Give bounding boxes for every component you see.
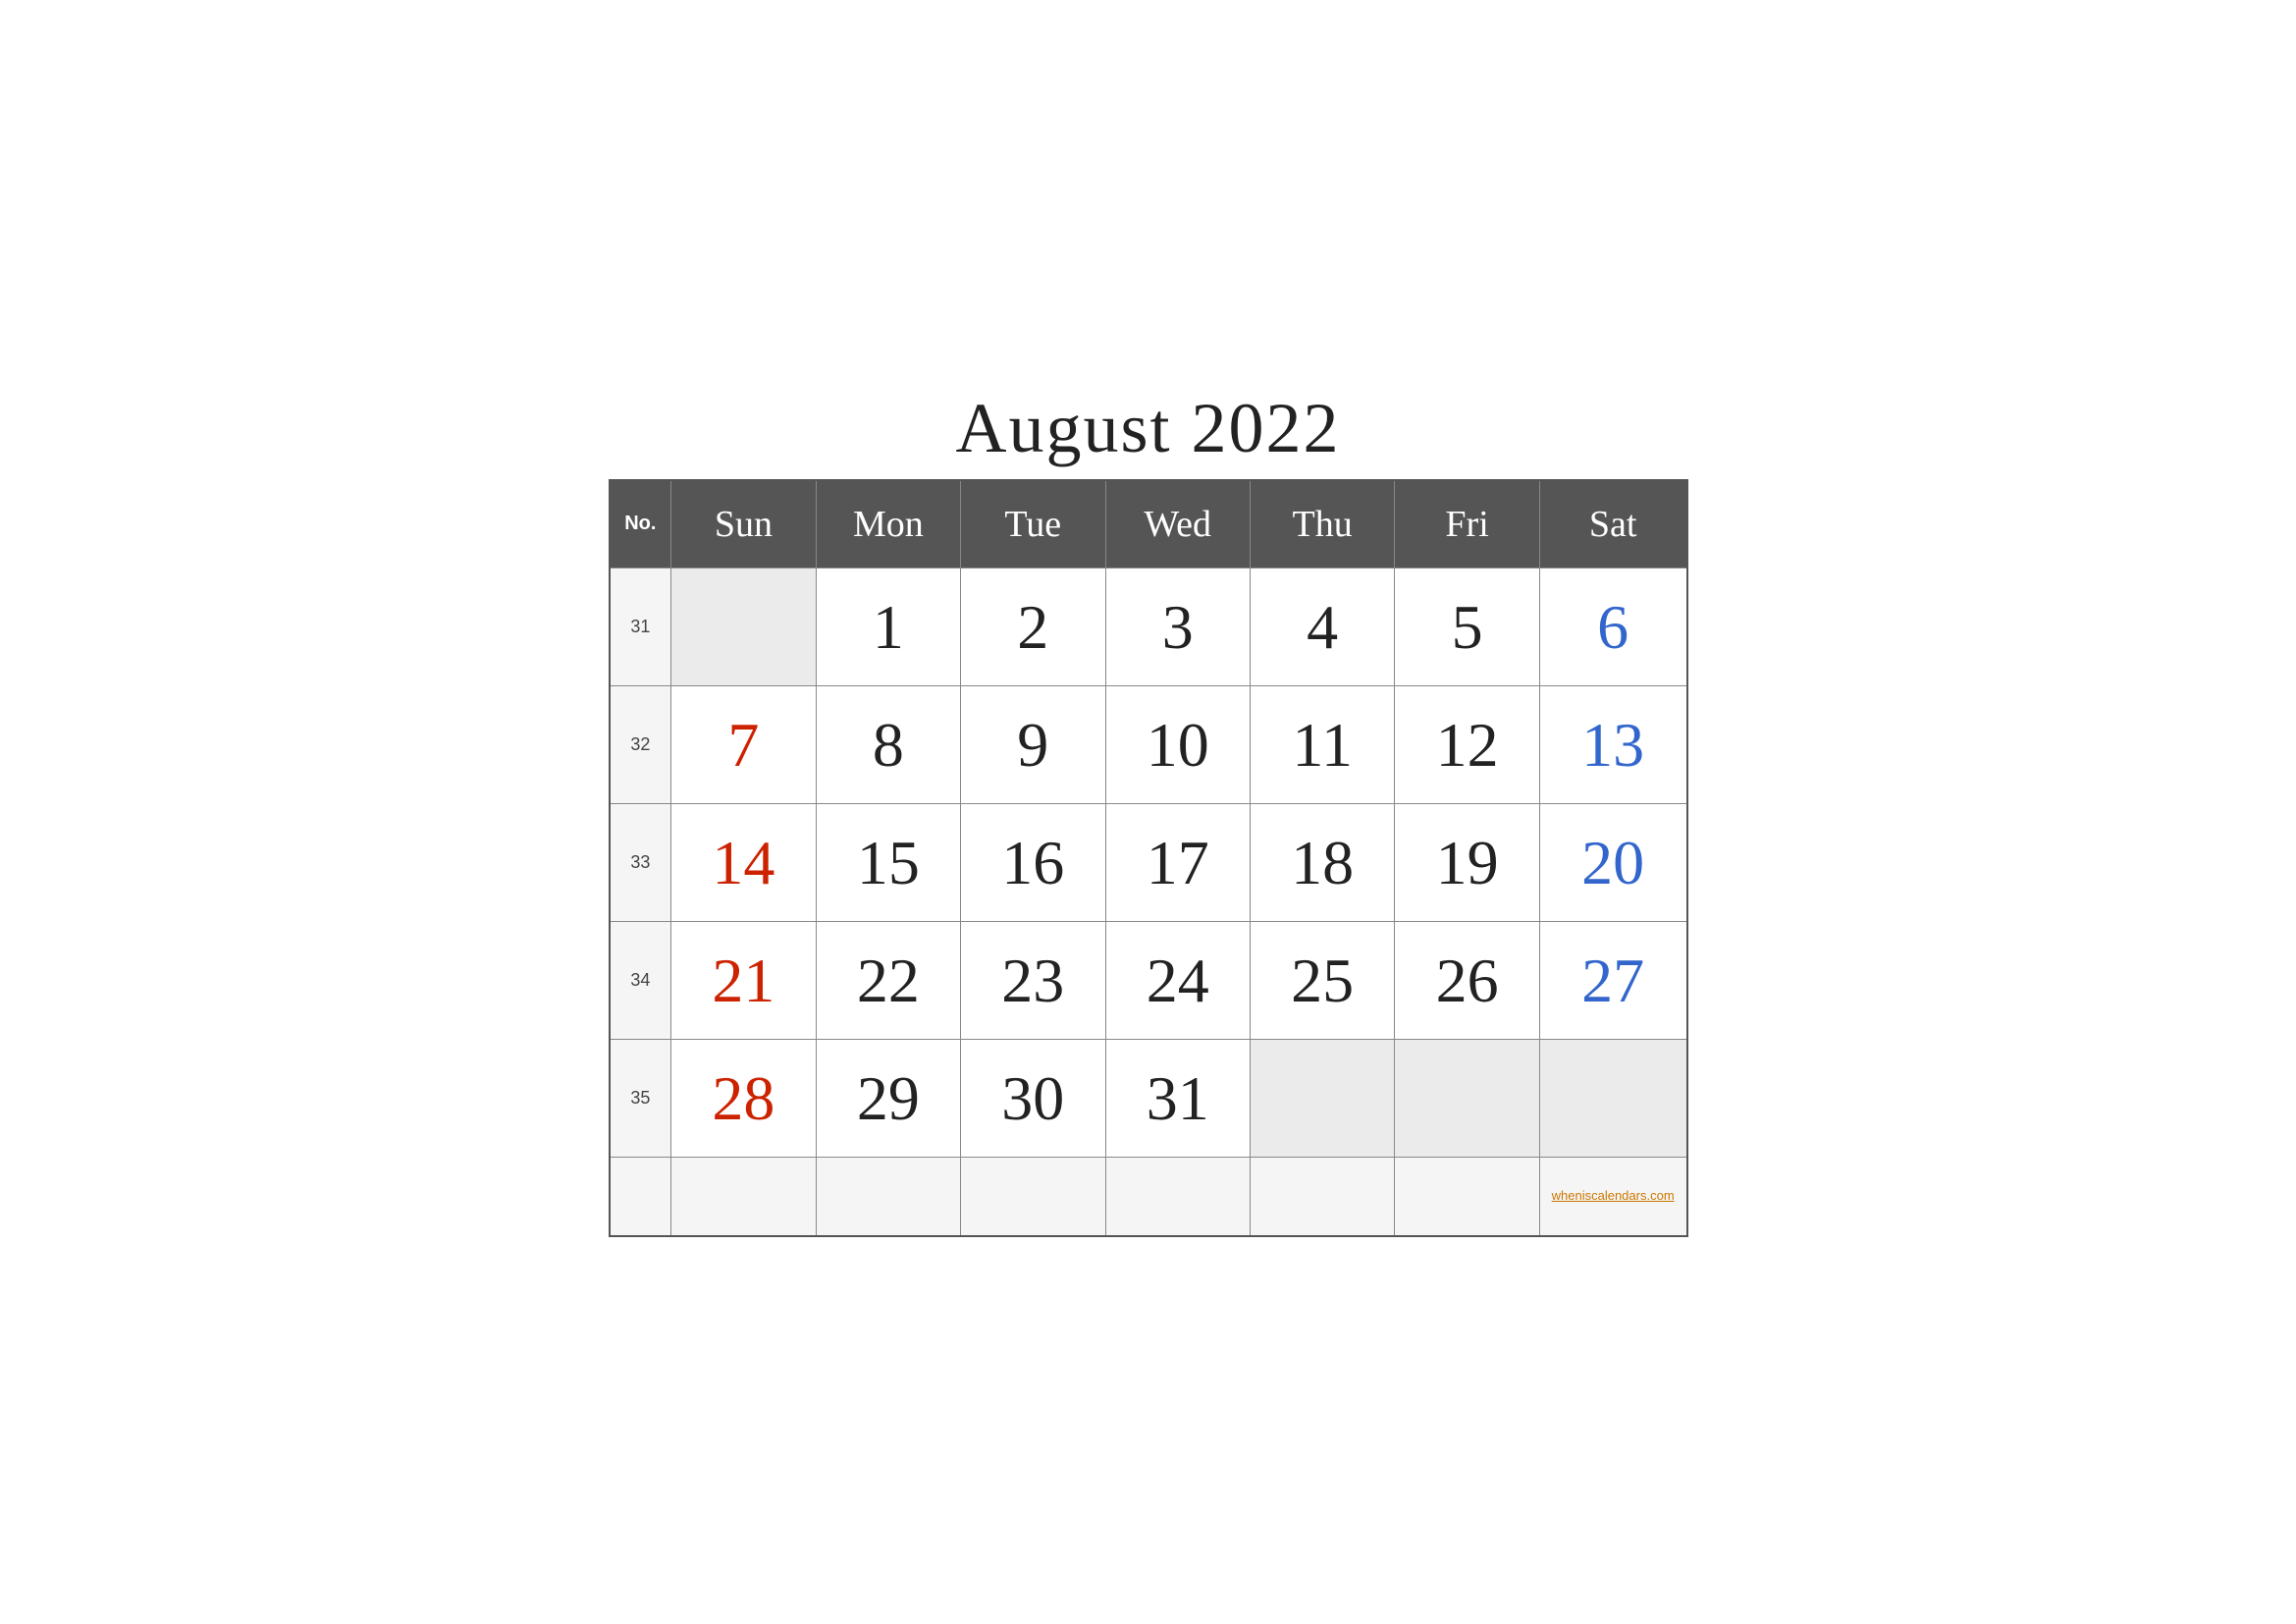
day-cell: 21: [671, 922, 816, 1040]
day-cell: 14: [671, 804, 816, 922]
week-number: 32: [610, 686, 671, 804]
day-cell: 19: [1395, 804, 1539, 922]
header-wed: Wed: [1105, 480, 1250, 568]
day-cell: 27: [1539, 922, 1686, 1040]
day-cell: 13: [1539, 686, 1686, 804]
calendar-week-row: 3278910111213: [610, 686, 1687, 804]
header-thu: Thu: [1250, 480, 1394, 568]
calendar-week-row: 3421222324252627: [610, 922, 1687, 1040]
empty-day-cell: [671, 1158, 816, 1236]
header-tue: Tue: [961, 480, 1105, 568]
calendar-body: 3112345632789101112133314151617181920342…: [610, 568, 1687, 1236]
day-cell: 26: [1395, 922, 1539, 1040]
empty-day-cell: [1395, 1158, 1539, 1236]
day-cell: 17: [1105, 804, 1250, 922]
day-cell: 8: [816, 686, 960, 804]
day-cell: [1539, 1040, 1686, 1158]
day-cell: 5: [1395, 568, 1539, 686]
day-cell: [671, 568, 816, 686]
header-fri: Fri: [1395, 480, 1539, 568]
calendar-container: August 2022 No. Sun Mon Tue Wed Thu Fri …: [609, 388, 1688, 1237]
header-sat: Sat: [1539, 480, 1686, 568]
calendar-week-row: 3528293031: [610, 1040, 1687, 1158]
day-cell: 3: [1105, 568, 1250, 686]
watermark-cell: wheniscalendars.com: [1539, 1158, 1686, 1236]
header-mon: Mon: [816, 480, 960, 568]
day-cell: 15: [816, 804, 960, 922]
day-cell: 4: [1250, 568, 1394, 686]
empty-day-cell: [1250, 1158, 1394, 1236]
header-sun: Sun: [671, 480, 816, 568]
day-cell: 24: [1105, 922, 1250, 1040]
day-cell: 1: [816, 568, 960, 686]
day-cell: 10: [1105, 686, 1250, 804]
header-no: No.: [610, 480, 671, 568]
day-cell: 30: [961, 1040, 1105, 1158]
calendar-week-row: 3314151617181920: [610, 804, 1687, 922]
empty-day-cell: [961, 1158, 1105, 1236]
day-cell: 6: [1539, 568, 1686, 686]
header-row: No. Sun Mon Tue Wed Thu Fri Sat: [610, 480, 1687, 568]
empty-day-cell: [816, 1158, 960, 1236]
day-cell: 22: [816, 922, 960, 1040]
empty-row: wheniscalendars.com: [610, 1158, 1687, 1236]
week-number: 33: [610, 804, 671, 922]
day-cell: 7: [671, 686, 816, 804]
day-cell: 16: [961, 804, 1105, 922]
week-number: 35: [610, 1040, 671, 1158]
day-cell: 29: [816, 1040, 960, 1158]
calendar-title: August 2022: [609, 388, 1688, 469]
empty-day-cell: [1105, 1158, 1250, 1236]
day-cell: 2: [961, 568, 1105, 686]
week-number: 31: [610, 568, 671, 686]
day-cell: 11: [1250, 686, 1394, 804]
day-cell: 18: [1250, 804, 1394, 922]
empty-week-no: [610, 1158, 671, 1236]
day-cell: 12: [1395, 686, 1539, 804]
week-number: 34: [610, 922, 671, 1040]
calendar-table: No. Sun Mon Tue Wed Thu Fri Sat 31123456…: [609, 479, 1688, 1237]
day-cell: 31: [1105, 1040, 1250, 1158]
day-cell: 9: [961, 686, 1105, 804]
day-cell: 25: [1250, 922, 1394, 1040]
watermark-link[interactable]: wheniscalendars.com: [1552, 1188, 1675, 1203]
day-cell: [1395, 1040, 1539, 1158]
day-cell: 23: [961, 922, 1105, 1040]
calendar-week-row: 31 123456: [610, 568, 1687, 686]
day-cell: [1250, 1040, 1394, 1158]
day-cell: 20: [1539, 804, 1686, 922]
day-cell: 28: [671, 1040, 816, 1158]
